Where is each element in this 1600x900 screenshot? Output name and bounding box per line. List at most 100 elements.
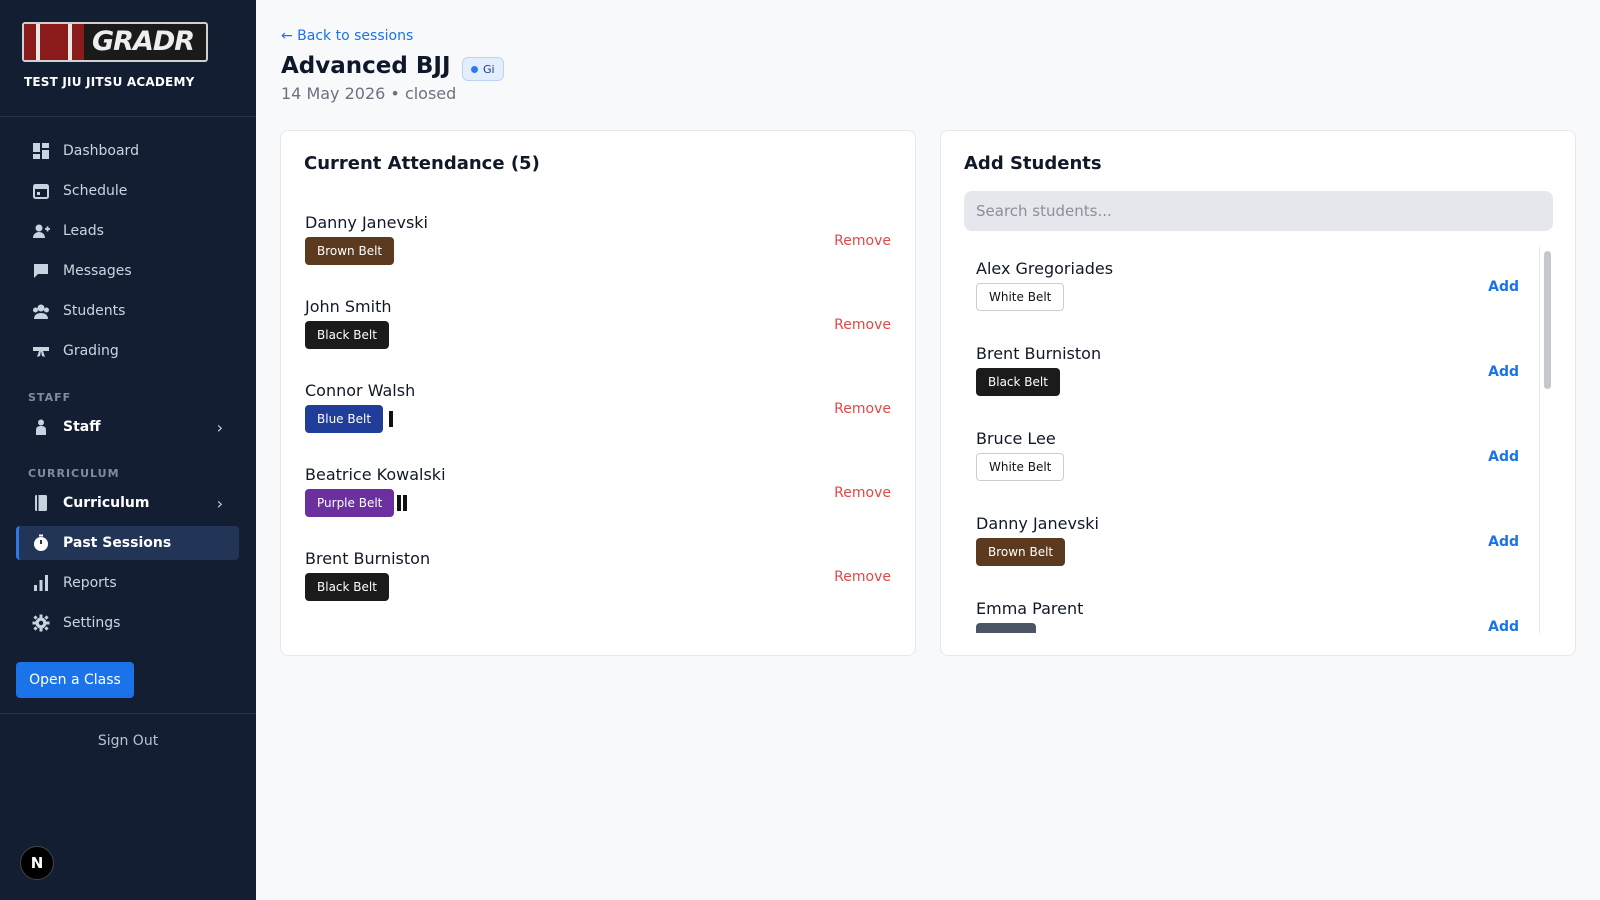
belt-badge: Black Belt <box>305 573 389 601</box>
student-name: Danny Janevski <box>976 514 1099 533</box>
calendar-icon <box>32 182 50 200</box>
add-button[interactable]: Add <box>1488 619 1519 633</box>
person-icon <box>32 418 50 436</box>
remove-button[interactable]: Remove <box>834 233 891 249</box>
list-item: Connor Walsh Blue Belt Remove <box>293 369 903 453</box>
book-icon <box>32 494 50 512</box>
sidebar-item-label: Grading <box>63 343 119 359</box>
add-students-card: Add Students Alex Gregoriades White Belt… <box>940 130 1576 656</box>
belt-stripes <box>389 411 393 427</box>
belt-icon <box>32 342 50 360</box>
history-icon <box>32 534 50 552</box>
belt-badge: Blue Belt <box>305 405 384 433</box>
belt-badge: Brown Belt <box>305 237 395 265</box>
remove-button[interactable]: Remove <box>834 401 891 417</box>
student-name: Connor Walsh <box>305 381 416 400</box>
gradr-logo[interactable]: GRADR <box>22 22 208 62</box>
sidebar-item-grading[interactable]: Grading <box>16 334 239 368</box>
add-button[interactable]: Add <box>1488 279 1519 295</box>
sidebar-item-students[interactable]: Students <box>16 294 239 328</box>
student-name: Brent Burniston <box>305 549 431 568</box>
group-icon <box>32 302 50 320</box>
belt-stripes <box>397 495 407 511</box>
divider <box>0 116 256 117</box>
sidebar-item-curriculum[interactable]: Curriculum › <box>16 486 239 520</box>
student-name: Danny Janevski <box>305 213 428 232</box>
student-name: Beatrice Kowalski <box>305 465 446 484</box>
logo-flag-icon <box>24 24 84 60</box>
remove-button[interactable]: Remove <box>834 485 891 501</box>
dashboard-icon <box>32 142 50 160</box>
remove-button[interactable]: Remove <box>834 317 891 333</box>
curriculum-section-label: CURRICULUM <box>28 467 120 480</box>
sidebar-item-past-sessions[interactable]: Past Sessions <box>16 526 239 560</box>
sidebar-item-messages[interactable]: Messages <box>16 254 239 288</box>
sidebar-item-label: Reports <box>63 575 117 591</box>
sidebar-item-reports[interactable]: Reports <box>16 566 239 600</box>
sidebar-item-label: Leads <box>63 223 104 239</box>
list-item: John Smith Black Belt Remove <box>293 285 903 369</box>
remove-button[interactable]: Remove <box>834 569 891 585</box>
belt-badge: Purple Belt <box>305 489 395 517</box>
list-item: Beatrice Kowalski Purple Belt Remove <box>293 453 903 537</box>
scrollbar[interactable] <box>1539 247 1553 633</box>
current-attendance-card: Current Attendance (5) Danny Janevski Br… <box>280 130 916 656</box>
staff-section-label: STAFF <box>28 391 72 404</box>
belt-badge: White Belt <box>976 453 1065 481</box>
student-name: Alex Gregoriades <box>976 259 1114 278</box>
scrollbar-thumb[interactable] <box>1544 251 1551 389</box>
list-item: Brent Burniston Black Belt Remove <box>293 537 903 621</box>
bar-chart-icon <box>32 574 50 592</box>
sidebar-item-label: Past Sessions <box>63 535 172 551</box>
badge-label: Gi <box>483 62 495 76</box>
list-item: Emma Parent Add <box>964 587 1531 633</box>
sidebar-item-schedule[interactable]: Schedule <box>16 174 239 208</box>
open-class-button[interactable]: Open a Class <box>16 662 134 698</box>
sidebar-item-settings[interactable]: Settings <box>16 606 239 640</box>
belt-badge <box>976 623 1036 633</box>
sidebar-item-dashboard[interactable]: Dashboard <box>16 134 239 168</box>
logo-text: GRADR <box>92 26 195 57</box>
card-title: Add Students <box>964 153 1102 174</box>
sidebar-item-label: Settings <box>63 615 121 631</box>
student-name: John Smith <box>305 297 392 316</box>
sidebar-item-label: Schedule <box>63 183 128 199</box>
belt-badge: Black Belt <box>976 368 1060 396</box>
belt-badge: Black Belt <box>305 321 389 349</box>
message-icon <box>32 262 50 280</box>
academy-name: TEST JIU JITSU ACADEMY <box>24 75 195 89</box>
list-item: Alex Gregoriades White Belt Add <box>964 247 1531 331</box>
chevron-right-icon: › <box>216 417 223 437</box>
class-type-badge: Gi <box>462 57 504 81</box>
sidebar-item-label: Staff <box>63 419 101 435</box>
student-name: Brent Burniston <box>976 344 1102 363</box>
add-button[interactable]: Add <box>1488 364 1519 380</box>
status-dot-icon <box>471 65 478 73</box>
list-item: Danny Janevski Brown Belt Add <box>964 502 1531 586</box>
belt-badge: White Belt <box>976 283 1065 311</box>
sign-out-link[interactable]: Sign Out <box>0 733 256 749</box>
add-button[interactable]: Add <box>1488 449 1519 465</box>
card-title: Current Attendance (5) <box>304 153 540 174</box>
add-person-icon <box>32 222 50 240</box>
page-title: Advanced BJJ <box>281 53 451 79</box>
belt-badge: Brown Belt <box>976 538 1066 566</box>
student-list[interactable]: Alex Gregoriades White Belt Add Brent Bu… <box>964 247 1553 633</box>
sidebar-item-label: Students <box>63 303 126 319</box>
gear-icon <box>32 614 50 632</box>
back-to-sessions-link[interactable]: ← Back to sessions <box>281 28 413 44</box>
student-name: Emma Parent <box>976 599 1084 618</box>
list-item: Bruce Lee White Belt Add <box>964 417 1531 501</box>
sidebar-item-staff[interactable]: Staff › <box>16 410 239 444</box>
sidebar: GRADR TEST JIU JITSU ACADEMY Dashboard S… <box>0 0 256 900</box>
session-date-status: 14 May 2026 • closed <box>281 84 457 103</box>
sidebar-item-label: Curriculum <box>63 495 150 511</box>
sidebar-item-leads[interactable]: Leads <box>16 214 239 248</box>
student-name: Bruce Lee <box>976 429 1056 448</box>
search-input[interactable] <box>964 191 1553 231</box>
list-item: Danny Janevski Brown Belt Remove <box>293 201 903 285</box>
sidebar-item-label: Messages <box>63 263 132 279</box>
chevron-right-icon: › <box>216 493 223 513</box>
add-button[interactable]: Add <box>1488 534 1519 550</box>
avatar[interactable]: N <box>20 846 54 880</box>
